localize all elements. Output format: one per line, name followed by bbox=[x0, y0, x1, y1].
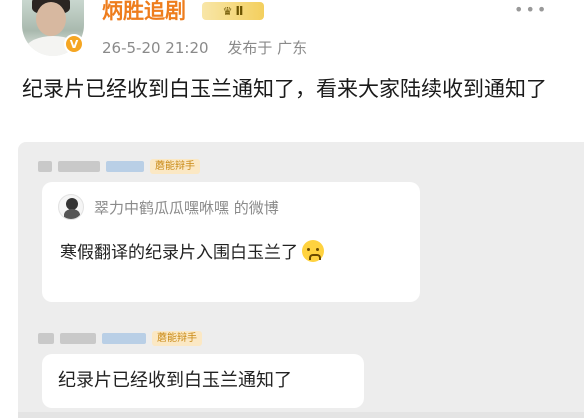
first-sender-row: 蘑能辩手 bbox=[38, 158, 200, 174]
blurred-id bbox=[106, 160, 144, 172]
level-badge[interactable]: ♛ Ⅱ bbox=[202, 2, 264, 20]
blurred-name bbox=[58, 160, 100, 172]
more-icon[interactable]: ••• bbox=[514, 0, 548, 19]
reply-bubble[interactable]: 纪录片已经收到白玉兰通知了 bbox=[42, 354, 364, 408]
level-label: Ⅱ bbox=[235, 4, 244, 18]
verified-badge-icon: V bbox=[64, 34, 84, 54]
second-sender-row: 蘑能辩手 bbox=[38, 330, 202, 346]
reply-text: 纪录片已经收到白玉兰通知了 bbox=[58, 370, 292, 391]
username[interactable]: 炳胜追剧 bbox=[102, 0, 186, 22]
crown-icon: ♛ bbox=[222, 4, 233, 18]
blurred-avatar bbox=[38, 332, 54, 344]
bottom-strip bbox=[18, 412, 584, 418]
post-location: 发布于 广东 bbox=[227, 39, 308, 57]
sender-tag: 蘑能辩手 bbox=[150, 158, 200, 174]
crying-face-icon bbox=[302, 239, 324, 262]
blurred-id bbox=[102, 332, 146, 344]
quote-avatar bbox=[58, 194, 84, 220]
quote-source-name: 翠力中鹤瓜瓜嘿咻嘿 的微博 bbox=[94, 198, 279, 217]
sender-tag: 蘑能辩手 bbox=[152, 330, 202, 346]
blurred-avatar bbox=[38, 160, 52, 172]
quote-body: 寒假翻译的纪录片入围白玉兰了 bbox=[60, 238, 324, 263]
quote-header: 翠力中鹤瓜瓜嘿咻嘿 的微博 bbox=[58, 194, 279, 220]
post-text: 纪录片已经收到白玉兰通知了，看来大家陆续收到通知了 bbox=[22, 77, 547, 101]
blurred-name bbox=[60, 332, 96, 344]
post-timestamp: 26-5-20 21:20 bbox=[102, 39, 209, 57]
quoted-weibo-card[interactable]: 翠力中鹤瓜瓜嘿咻嘿 的微博 寒假翻译的纪录片入围白玉兰了 bbox=[42, 182, 420, 302]
embedded-chat-screenshot[interactable]: 蘑能辩手 翠力中鹤瓜瓜嘿咻嘿 的微博 寒假翻译的纪录片入围白玉兰了 蘑能辩手 纪… bbox=[18, 142, 584, 418]
quote-text: 寒假翻译的纪录片入围白玉兰了 bbox=[60, 243, 298, 263]
post-meta: 26-5-20 21:20 发布于 广东 bbox=[102, 37, 321, 58]
avatar-face bbox=[36, 2, 66, 36]
